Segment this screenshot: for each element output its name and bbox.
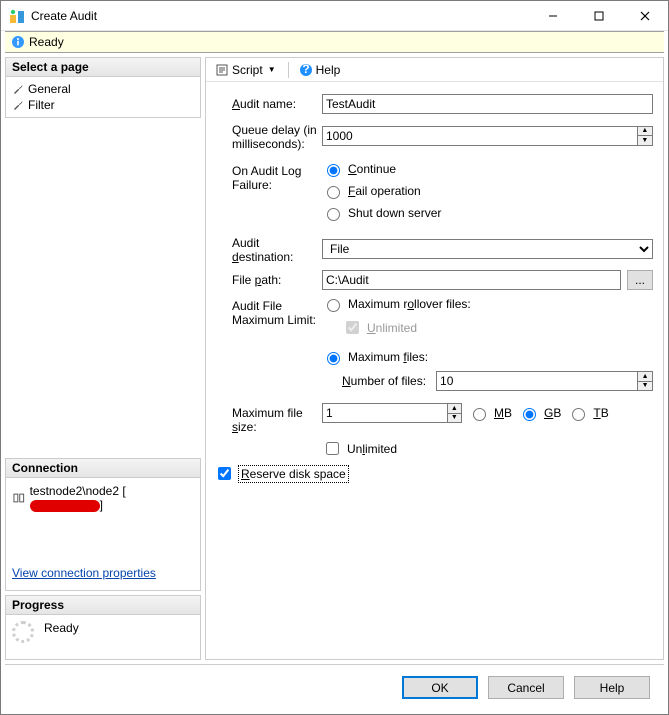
info-icon xyxy=(11,35,25,49)
path-label: File path: xyxy=(232,270,322,290)
spin-down-icon[interactable]: ▼ xyxy=(448,414,461,423)
main-panel: Script ▼ ? Help Audit name: Queue d xyxy=(205,57,664,660)
page-filter[interactable]: Filter xyxy=(12,97,194,113)
progress-header: Progress xyxy=(6,596,200,615)
radio-fail-operation[interactable]: Fail operation xyxy=(322,183,441,199)
radio-mb[interactable]: MB xyxy=(468,405,512,421)
connection-suffix: ] xyxy=(100,498,103,512)
max-size-input[interactable] xyxy=(323,404,447,422)
radio-shutdown[interactable]: Shut down server xyxy=(322,205,441,221)
radio-gb[interactable]: GB xyxy=(518,405,561,421)
spin-down-icon[interactable]: ▼ xyxy=(638,136,652,145)
progress-spinner-icon xyxy=(12,621,34,643)
toolbar: Script ▼ ? Help xyxy=(206,58,663,82)
app-icon xyxy=(9,8,25,24)
script-label: Script xyxy=(232,63,263,77)
maximize-button[interactable] xyxy=(576,1,622,31)
connection-prefix: testnode2\node2 [ xyxy=(30,484,126,498)
redacted-text xyxy=(30,500,100,512)
script-button[interactable]: Script ▼ xyxy=(212,61,281,79)
page-label: Filter xyxy=(28,98,55,112)
view-connection-properties-link[interactable]: View connection properties xyxy=(12,566,156,580)
progress-text: Ready xyxy=(44,621,79,635)
help-label: Help xyxy=(316,63,341,77)
spin-up-icon[interactable]: ▲ xyxy=(638,372,652,382)
queue-delay-input[interactable] xyxy=(323,127,637,145)
help-icon: ? xyxy=(299,63,313,77)
server-icon xyxy=(12,491,26,505)
path-input[interactable] xyxy=(322,270,621,290)
check-reserve-disk[interactable]: Reserve disk space xyxy=(214,464,348,483)
num-files-label: Number of files: xyxy=(342,374,426,388)
status-text: Ready xyxy=(29,35,64,49)
radio-max-rollover[interactable]: Maximum rollover files: xyxy=(322,296,653,312)
page-general[interactable]: General xyxy=(12,81,194,97)
max-size-spinner[interactable]: ▲▼ xyxy=(322,403,462,423)
destination-label: Audit destination: xyxy=(232,233,322,264)
on-failure-label: On Audit Log Failure: xyxy=(232,161,322,221)
toolbar-separator xyxy=(288,62,289,78)
window-title: Create Audit xyxy=(31,9,530,23)
titlebar: Create Audit xyxy=(1,1,668,31)
svg-text:?: ? xyxy=(302,63,309,76)
queue-delay-label: Queue delay (in milliseconds): xyxy=(232,120,322,151)
progress-panel: Progress Ready xyxy=(5,595,201,660)
max-size-label: Maximum file size: xyxy=(232,403,322,458)
connection-panel: Connection testnode2\node2 [] View conne… xyxy=(5,458,201,591)
form-area: Audit name: Queue delay (in milliseconds… xyxy=(206,82,663,659)
spin-down-icon[interactable]: ▼ xyxy=(638,382,652,391)
help-button[interactable]: ? Help xyxy=(296,61,344,79)
create-audit-window: Create Audit Ready Select a page General xyxy=(0,0,669,715)
wrench-icon xyxy=(12,83,24,95)
wrench-icon xyxy=(12,99,24,111)
num-files-spinner[interactable]: ▲▼ xyxy=(436,371,653,391)
audit-name-input[interactable] xyxy=(322,94,653,114)
browse-button[interactable]: ... xyxy=(627,270,653,290)
minimize-button[interactable] xyxy=(530,1,576,31)
dialog-footer: OK Cancel Help xyxy=(5,664,664,710)
help-button-footer[interactable]: Help xyxy=(574,676,650,699)
check-size-unlimited[interactable]: Unlimited xyxy=(322,439,397,458)
cancel-button[interactable]: Cancel xyxy=(488,676,564,699)
sidebar: Select a page General Filter Connection xyxy=(5,57,201,660)
max-limit-label: Audit File Maximum Limit: xyxy=(232,296,322,391)
queue-delay-spinner[interactable]: ▲▼ xyxy=(322,126,653,146)
connection-info: testnode2\node2 [] xyxy=(12,482,194,514)
select-page-panel: Select a page General Filter xyxy=(5,57,201,118)
status-strip: Ready xyxy=(5,31,664,53)
spin-up-icon[interactable]: ▲ xyxy=(638,127,652,137)
script-icon xyxy=(215,63,229,77)
select-page-header: Select a page xyxy=(6,58,200,77)
page-label: General xyxy=(28,82,71,96)
radio-max-files[interactable]: Maximum files: xyxy=(322,349,653,365)
chevron-down-icon[interactable]: ▼ xyxy=(266,65,278,74)
num-files-input[interactable] xyxy=(437,372,637,390)
radio-continue[interactable]: Continue xyxy=(322,161,441,177)
connection-header: Connection xyxy=(6,459,200,478)
close-button[interactable] xyxy=(622,1,668,31)
audit-name-label: Audit name: xyxy=(232,94,322,114)
destination-select[interactable]: File xyxy=(322,239,653,259)
check-unlimited-rollover: Unlimited xyxy=(342,318,653,337)
spin-up-icon[interactable]: ▲ xyxy=(448,404,461,414)
radio-tb[interactable]: TB xyxy=(567,405,608,421)
ok-button[interactable]: OK xyxy=(402,676,478,699)
